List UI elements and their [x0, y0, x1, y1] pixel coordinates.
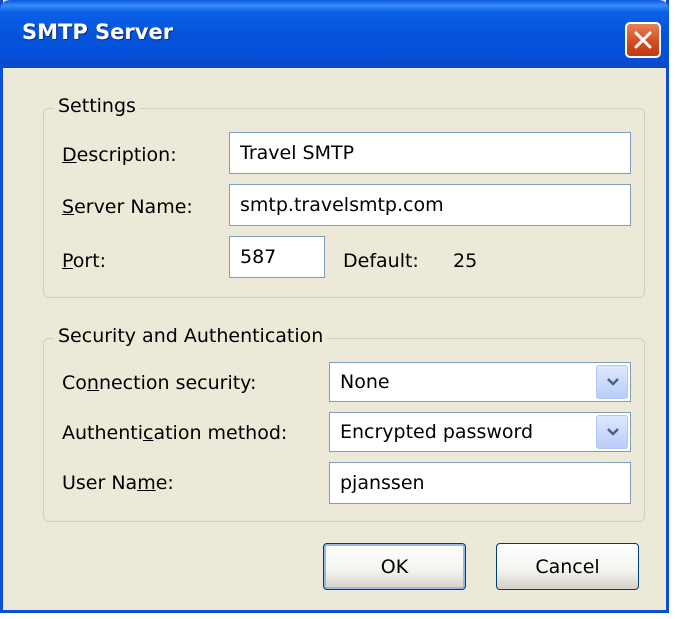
- connection-security-dropdown-button[interactable]: [596, 365, 628, 399]
- description-field[interactable]: Travel SMTP: [229, 132, 631, 174]
- cancel-button[interactable]: Cancel: [496, 543, 639, 590]
- title-bar[interactable]: SMTP Server: [0, 0, 669, 68]
- connection-security-label: Connection security:: [62, 372, 257, 394]
- smtp-server-dialog: SMTP Server Settings Description: Travel…: [0, 0, 669, 613]
- user-name-field[interactable]: pjanssen: [329, 462, 631, 504]
- port-field[interactable]: 587: [229, 236, 325, 278]
- default-port-label: Default:: [343, 250, 419, 272]
- server-name-value: smtp.travelsmtp.com: [240, 194, 444, 216]
- server-name-field[interactable]: smtp.travelsmtp.com: [229, 184, 631, 226]
- ok-button-label: OK: [380, 555, 409, 578]
- authentication-method-value: Encrypted password: [340, 421, 534, 443]
- security-legend: Security and Authentication: [54, 325, 328, 347]
- connection-security-value: None: [340, 371, 390, 393]
- authentication-method-dropdown-button[interactable]: [596, 415, 628, 449]
- port-label: Port:: [62, 250, 107, 272]
- authentication-method-select[interactable]: Encrypted password: [329, 412, 631, 452]
- close-button[interactable]: [625, 22, 661, 58]
- connection-security-select[interactable]: None: [329, 362, 631, 402]
- chevron-down-icon: [607, 378, 619, 386]
- description-label: Description:: [62, 144, 177, 166]
- server-name-label: Server Name:: [62, 196, 193, 218]
- dialog-title: SMTP Server: [22, 20, 174, 44]
- ok-button[interactable]: OK: [323, 543, 466, 590]
- authentication-method-label: Authentication method:: [62, 422, 288, 444]
- close-icon: [634, 31, 652, 49]
- default-port-value: 25: [453, 250, 478, 272]
- user-name-value: pjanssen: [340, 472, 425, 494]
- cancel-button-label: Cancel: [535, 555, 600, 578]
- user-name-label: User Name:: [62, 472, 174, 494]
- port-value: 587: [240, 246, 277, 268]
- settings-legend: Settings: [54, 95, 140, 117]
- description-value: Travel SMTP: [240, 142, 355, 164]
- chevron-down-icon: [607, 428, 619, 436]
